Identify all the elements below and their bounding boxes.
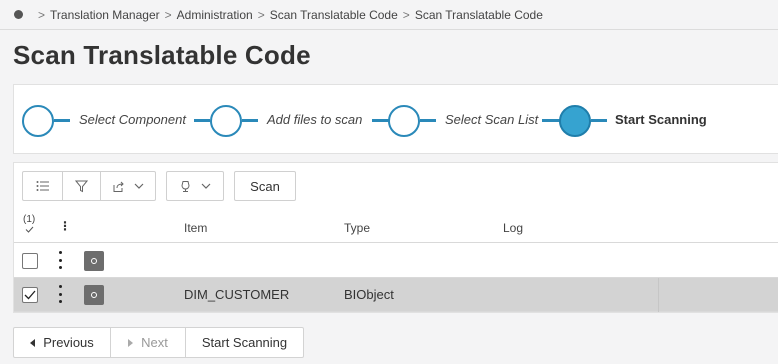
row-menu-icon[interactable] bbox=[56, 285, 64, 303]
export-icon bbox=[113, 181, 124, 192]
step-2-label[interactable]: Add files to scan bbox=[267, 112, 362, 127]
step-1-circle-icon[interactable] bbox=[22, 105, 54, 137]
step-connector bbox=[591, 119, 607, 122]
list-icon bbox=[36, 181, 49, 191]
column-header-log[interactable]: Log bbox=[503, 221, 523, 235]
grid-header: (1) ⋮ Item Type Log bbox=[14, 209, 778, 243]
filter-button[interactable] bbox=[63, 172, 101, 200]
start-scanning-button[interactable]: Start Scanning bbox=[186, 328, 303, 357]
settings-icon bbox=[181, 180, 190, 192]
table-row[interactable]: DIM_CUSTOMER BIObject bbox=[14, 278, 778, 312]
breadcrumb: > Translation Manager > Administration >… bbox=[0, 0, 778, 30]
step-connector bbox=[542, 119, 560, 122]
column-header-type[interactable]: Type bbox=[344, 221, 370, 235]
step-2-circle-icon[interactable] bbox=[210, 105, 242, 137]
settings-toolbar bbox=[166, 171, 224, 201]
step-connector bbox=[372, 119, 389, 122]
step-connector bbox=[54, 119, 70, 122]
column-divider bbox=[658, 278, 659, 312]
grid-toolbar bbox=[22, 171, 156, 201]
step-1-label[interactable]: Select Component bbox=[79, 112, 186, 127]
column-header-item[interactable]: Item bbox=[184, 221, 207, 235]
table-row[interactable] bbox=[14, 244, 778, 278]
step-connector bbox=[242, 119, 258, 122]
breadcrumb-scan-translatable-code[interactable]: Scan Translatable Code bbox=[270, 8, 398, 22]
cell-type: BIObject bbox=[344, 287, 394, 302]
row-menu-icon[interactable] bbox=[56, 251, 64, 269]
step-connector bbox=[194, 119, 210, 122]
row-detail-icon[interactable] bbox=[84, 251, 104, 271]
page-title: Scan Translatable Code bbox=[13, 40, 311, 70]
list-view-button[interactable] bbox=[23, 172, 63, 200]
home-icon[interactable] bbox=[14, 10, 23, 19]
settings-button[interactable] bbox=[167, 172, 223, 200]
checkmark-icon bbox=[24, 290, 36, 300]
scan-button[interactable]: Scan bbox=[234, 171, 296, 201]
previous-label: Previous bbox=[43, 335, 94, 350]
filter-icon bbox=[75, 180, 88, 192]
breadcrumb-separator: > bbox=[164, 7, 172, 22]
cell-item: DIM_CUSTOMER bbox=[184, 287, 290, 302]
step-3-circle-icon[interactable] bbox=[388, 105, 420, 137]
breadcrumb-separator: > bbox=[257, 7, 265, 22]
step-3-label[interactable]: Select Scan List bbox=[445, 112, 538, 127]
caret-left-icon bbox=[30, 338, 36, 347]
chevron-down-icon bbox=[201, 183, 211, 189]
breadcrumb-current: Scan Translatable Code bbox=[414, 7, 543, 22]
breadcrumb-translation-manager[interactable]: Translation Manager bbox=[50, 8, 160, 22]
scan-list-panel: Scan (1) ⋮ Item Type Log DIM_CUSTOMER BI… bbox=[13, 162, 778, 313]
breadcrumb-separator: > bbox=[38, 7, 46, 22]
selected-count[interactable]: (1) bbox=[23, 214, 35, 236]
row-checkbox[interactable] bbox=[22, 287, 38, 303]
step-4-label[interactable]: Start Scanning bbox=[615, 112, 707, 127]
check-icon bbox=[25, 226, 33, 233]
chevron-down-icon bbox=[134, 183, 144, 189]
caret-right-icon bbox=[128, 338, 134, 347]
header-menu-icon[interactable]: ⋮ bbox=[59, 219, 71, 233]
row-checkbox[interactable] bbox=[22, 253, 38, 269]
row-detail-icon[interactable] bbox=[84, 285, 104, 305]
selected-count-label: (1) bbox=[23, 214, 36, 225]
next-button[interactable]: Next bbox=[111, 328, 186, 357]
breadcrumb-separator: > bbox=[402, 7, 410, 22]
wizard-navigation: Previous Next Start Scanning bbox=[13, 327, 304, 358]
export-button[interactable] bbox=[101, 172, 155, 200]
step-4-circle-icon[interactable] bbox=[559, 105, 591, 137]
step-connector bbox=[420, 119, 436, 122]
next-label: Next bbox=[141, 335, 168, 350]
breadcrumb-administration[interactable]: Administration bbox=[177, 8, 253, 22]
previous-button[interactable]: Previous bbox=[14, 328, 111, 357]
wizard-steps: Select Component Add files to scan Selec… bbox=[13, 84, 778, 154]
